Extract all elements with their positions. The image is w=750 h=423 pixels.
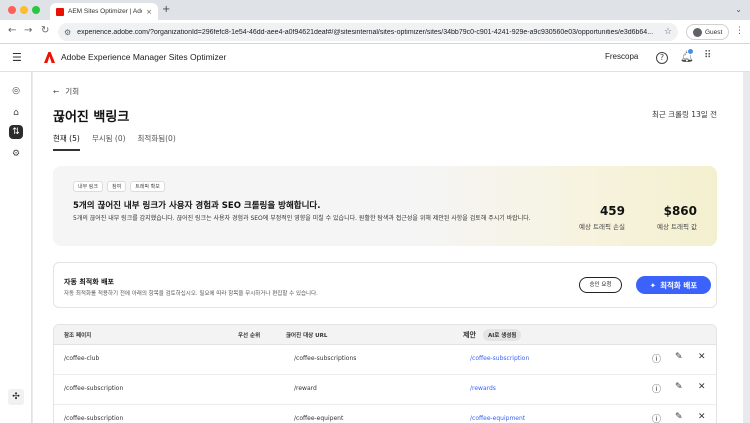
back-arrow-icon: ← [53,87,60,96]
guest-label: Guest [705,28,723,36]
new-tab-icon[interactable]: + [162,4,170,15]
broken-links-table: 참조 페이지 우선 순위 끊어진 대상 URL 제안 AI로 생성됨 /coff… [53,324,717,423]
tab-title: AEM Sites Optimizer | Adobe [68,8,142,15]
header-broken-url[interactable]: 끊어진 대상 URL [286,331,327,339]
forward-arrow-icon[interactable]: → [24,25,32,36]
adobe-favicon-icon [56,7,64,16]
browser-menu-icon[interactable]: ⋮ [735,26,744,36]
tab-optimized[interactable]: 최적화됨(0) [138,133,176,151]
guest-profile-button[interactable]: Guest [686,24,730,40]
header-suggestion[interactable]: 제안 [463,330,476,340]
traffic-loss-value: 459 [599,204,625,218]
back-label: 기회 [65,87,80,96]
broken-url-cell: /reward [294,385,317,392]
tab-ignored[interactable]: 무시됨 (0) [92,133,126,151]
tag-internal-links: 내부 링크 [73,181,103,192]
header-ref-page[interactable]: 참조 페이지 [64,331,91,339]
opportunity-summary-card: 내부 링크 참여 트래픽 확보 5개의 끊어진 내부 링크가 사용자 경험과 S… [53,166,717,246]
url-text: experience.adobe.com/?organizationId=296… [77,28,654,36]
opportunities-icon[interactable]: ⇅ [9,125,23,139]
last-crawl-text: 최근 크롤링 13일 전 [652,110,717,119]
traffic-value-value: $860 [663,204,697,218]
hamburger-menu-icon[interactable]: ☰ [12,51,22,64]
status-tabs: 현재 (5) 무시됨 (0) 최적화됨(0) [53,133,176,151]
summary-description: 5개의 끊어진 내부 링크를 감지했습니다. 끊어진 링크는 사용자 경험과 S… [73,215,531,222]
ref-page-cell: /coffee-club [64,355,100,362]
back-link[interactable]: ← 기회 [53,86,79,97]
tag-traffic: 트래픽 확보 [130,181,165,192]
suggestion-link[interactable]: /rewards [470,385,496,392]
deploy-button-label: 최적화 배포 [660,280,698,290]
deploy-description: 자동 최적화를 적용하기 전에 아래의 항목을 검토하십시오. 필요에 따라 항… [64,291,318,297]
info-icon[interactable]: ⓘ [652,412,661,423]
edit-pencil-icon[interactable]: ✎ [675,412,683,422]
window-minimize-control[interactable] [20,6,28,14]
globe-icon[interactable]: ◎ [9,84,23,98]
tag-list: 내부 링크 참여 트래픽 확보 [73,181,165,192]
browser-toolbar: ← → ↻ ⚙ experience.adobe.com/?organizati… [0,20,750,44]
help-icon[interactable]: ? [656,52,668,64]
slack-icon[interactable]: ✣ [8,389,24,405]
summary-title: 5개의 끊어진 내부 링크가 사용자 경험과 SEO 크롤링을 방해합니다. [73,201,321,211]
traffic-value-label: 예상 트래픽 값 [656,223,697,231]
dismiss-close-icon[interactable]: ✕ [698,412,706,422]
page-title: 끊어진 백링크 [53,110,130,125]
dismiss-close-icon[interactable]: ✕ [698,382,706,392]
edit-pencil-icon[interactable]: ✎ [675,382,683,392]
address-bar[interactable]: ⚙ experience.adobe.com/?organizationId=2… [58,23,678,41]
broken-url-cell: /coffee-equipent [294,415,344,422]
broken-url-cell: /coffee-subscriptions [294,355,357,362]
ref-page-cell: /coffee-subscription [64,385,124,392]
site-info-icon[interactable]: ⚙ [64,28,71,37]
settings-gear-icon[interactable]: ⚙ [9,147,23,161]
suggestion-link[interactable]: /coffee-equipment [470,415,525,422]
back-arrow-icon[interactable]: ← [8,25,16,36]
org-switcher[interactable]: Frescopa [605,52,638,61]
traffic-value-metric: $860 예상 트래픽 값 [657,204,697,231]
notification-badge [687,48,694,55]
table-header: 참조 페이지 우선 순위 끊어진 대상 URL 제안 AI로 생성됨 [54,325,716,345]
deploy-title: 자동 최적화 배포 [64,278,114,286]
main-content: ← 기회 끊어진 백링크 최근 크롤링 13일 전 현재 (5) 무시됨 (0)… [33,72,743,423]
info-icon[interactable]: ⓘ [652,382,661,395]
sparkle-icon: ✦ [649,280,657,290]
guest-avatar-icon [693,27,702,37]
edit-pencil-icon[interactable]: ✎ [675,352,683,362]
deploy-optimization-button[interactable]: ✦ 최적화 배포 [636,276,711,294]
left-nav-rail: ◎ ⌂ ⇅ ⚙ ✣ [0,72,32,423]
table-row: /coffee-club /coffee-subscriptions /coff… [54,345,716,375]
app-grid-icon[interactable]: ⠿ [704,50,711,61]
browser-tab[interactable]: AEM Sites Optimizer | Adobe × [50,3,158,20]
table-row: /coffee-subscription /reward /rewards ⓘ … [54,375,716,405]
traffic-loss-metric: 459 예상 트래픽 손실 [579,204,625,231]
request-approval-button[interactable]: 승인 요청 [579,277,622,293]
table-row: /coffee-subscription /coffee-equipent /c… [54,405,716,423]
info-icon[interactable]: ⓘ [652,352,661,365]
tag-engagement: 참여 [107,181,127,192]
window-zoom-control[interactable] [32,6,40,14]
header-priority[interactable]: 우선 순위 [238,331,260,339]
window-close-control[interactable] [8,6,16,14]
adobe-logo-icon [44,52,55,63]
traffic-loss-label: 예상 트래픽 손실 [579,223,625,231]
tab-close-icon[interactable]: × [146,8,152,16]
auto-optimize-card: 자동 최적화 배포 자동 최적화를 적용하기 전에 아래의 항목을 검토하십시오… [53,262,717,308]
tab-list-chevron-icon[interactable]: ⌄ [735,5,742,14]
browser-tab-bar: AEM Sites Optimizer | Adobe × + ⌄ [0,0,750,20]
tab-current[interactable]: 현재 (5) [53,133,80,151]
dismiss-close-icon[interactable]: ✕ [698,352,706,362]
bookmark-star-icon[interactable]: ☆ [664,27,672,37]
reload-icon[interactable]: ↻ [41,25,49,36]
ref-page-cell: /coffee-subscription [64,415,124,422]
home-icon[interactable]: ⌂ [9,106,23,120]
app-header: ☰ Adobe Experience Manager Sites Optimiz… [0,44,750,109]
suggestion-link[interactable]: /coffee-subscription [470,355,529,362]
app-title: Adobe Experience Manager Sites Optimizer [61,52,227,62]
ai-generated-badge: AI로 생성됨 [483,329,522,341]
